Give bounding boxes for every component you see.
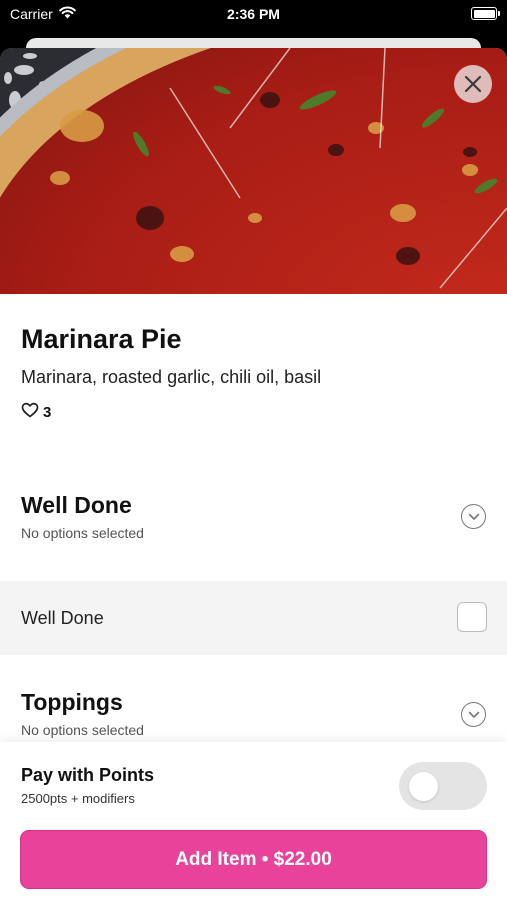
modifier-group-title: Toppings xyxy=(21,689,123,715)
toggle-knob xyxy=(409,772,438,801)
checkout-bar: Pay with Points 2500pts + modifiers Add … xyxy=(0,742,507,900)
likes[interactable]: 3 xyxy=(21,402,486,422)
modifier-group-title: Well Done xyxy=(21,492,132,518)
close-button[interactable] xyxy=(454,65,492,103)
item-photo xyxy=(0,48,507,294)
likes-count: 3 xyxy=(43,403,52,421)
modifier-group-well-done[interactable]: Well Done No options selected xyxy=(0,459,507,581)
battery-icon xyxy=(471,7,500,20)
option-label: Well Done xyxy=(21,607,104,628)
pay-with-points-title: Pay with Points xyxy=(21,765,155,785)
modifier-group-toppings[interactable]: Toppings No options selected xyxy=(0,655,507,738)
item-detail-sheet: Marinara Pie Marinara, roasted garlic, c… xyxy=(0,48,507,900)
chevron-down-icon[interactable] xyxy=(461,504,486,529)
item-name: Marinara Pie xyxy=(21,324,182,354)
modifier-group-subtitle: No options selected xyxy=(21,722,144,738)
pay-with-points-toggle[interactable] xyxy=(399,762,487,810)
status-time: 2:36 PM xyxy=(227,6,280,22)
chevron-down-icon[interactable] xyxy=(461,702,486,727)
option-row-well-done[interactable]: Well Done xyxy=(0,581,507,655)
add-item-button[interactable]: Add Item • $22.00 xyxy=(20,830,487,889)
pay-with-points-subtitle: 2500pts + modifiers xyxy=(21,791,135,806)
modifier-group-subtitle: No options selected xyxy=(21,525,144,541)
status-bar: Carrier 2:36 PM xyxy=(0,0,507,30)
item-description: Marinara, roasted garlic, chili oil, bas… xyxy=(21,367,322,387)
item-info: Marinara Pie Marinara, roasted garlic, c… xyxy=(0,294,507,459)
close-icon xyxy=(464,75,482,93)
heart-icon[interactable] xyxy=(21,402,39,422)
option-checkbox[interactable] xyxy=(457,602,487,632)
